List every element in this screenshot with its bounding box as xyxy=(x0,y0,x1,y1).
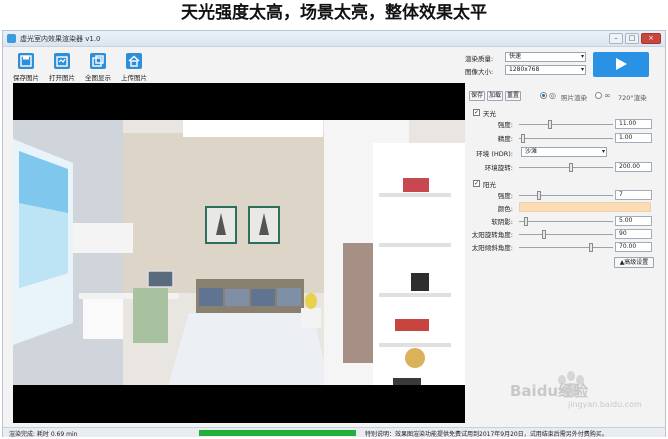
title-bar: 虚光室内效果渲染器 v1.0 – □ × xyxy=(3,31,665,47)
rendered-bedroom-image xyxy=(13,83,465,423)
maximize-button[interactable]: □ xyxy=(625,33,639,44)
env-rotation-slider[interactable] xyxy=(568,163,573,172)
sky-strength-slider[interactable] xyxy=(547,120,552,129)
soft-shadow-track xyxy=(519,221,613,222)
toolbar: 保存图片 打开图片 全图显示 上传图片 xyxy=(9,51,159,85)
soft-shadow-label: 软阴影: xyxy=(491,218,513,226)
pano-render-radio[interactable] xyxy=(595,92,602,99)
render-play-button[interactable] xyxy=(593,52,649,77)
open-image-label: 打开图片 xyxy=(49,74,75,82)
play-icon xyxy=(616,58,627,70)
sun-rotate-track xyxy=(519,234,613,235)
env-hdr-select[interactable]: 沙滩 ▾ xyxy=(521,147,607,157)
chevron-down-icon: ▾ xyxy=(580,53,584,60)
sky-precision-label: 精度: xyxy=(497,135,513,143)
baidu-watermark: Baidu经验 jingyan.baidu.com xyxy=(510,364,660,414)
chevron-down-icon: ▾ xyxy=(601,148,605,155)
photo-render-radio[interactable] xyxy=(540,92,547,99)
window-title: 虚光室内效果渲染器 v1.0 xyxy=(20,35,101,43)
skylight-checkbox[interactable]: ✓ xyxy=(473,109,480,116)
sun-tilt-track xyxy=(519,247,613,248)
soft-shadow-slider[interactable] xyxy=(523,217,528,226)
trial-notice-text: 特别说明：效果图渲染功能提供免费试用到2017年9月20日，试用结束后需另外付费… xyxy=(365,431,608,438)
headline: 天光强度太高，场景太亮，整体效果太平 xyxy=(181,3,487,23)
save-settings-button[interactable]: 保存 xyxy=(469,91,485,101)
camera-icon: ◎ xyxy=(549,91,556,100)
advanced-settings-button[interactable]: ▲高级设置 xyxy=(614,257,654,268)
sun-rotate-slider[interactable] xyxy=(541,230,546,239)
sunlight-checkbox[interactable]: ✓ xyxy=(473,180,480,187)
sky-strength-input[interactable]: 11.00 xyxy=(615,119,652,129)
env-hdr-label: 环境 (HDR): xyxy=(476,150,513,158)
render-status-text: 渲染完成: 耗时 0.69 min xyxy=(9,431,78,438)
sky-precision-track xyxy=(519,138,613,139)
skylight-label: 天光 xyxy=(483,110,496,118)
render-progress-bar xyxy=(199,430,356,436)
app-icon xyxy=(7,34,16,43)
sun-color-label: 颜色: xyxy=(497,205,513,213)
status-bar: 渲染完成: 耗时 0.69 min 特别说明：效果图渲染功能提供免费试用到201… xyxy=(3,427,665,438)
pano-render-label: 720°渲染 xyxy=(618,94,647,102)
env-rotation-label: 环境旋转: xyxy=(484,164,513,172)
home-upload-icon xyxy=(126,53,142,69)
render-viewport[interactable] xyxy=(13,83,465,423)
vr-glasses-icon: ∞ xyxy=(604,91,611,100)
sun-rotate-label: 太阳旋转角度: xyxy=(471,231,513,239)
save-image-label: 保存图片 xyxy=(13,74,39,82)
upload-image-label: 上传图片 xyxy=(121,74,147,82)
env-rotation-track xyxy=(519,167,613,168)
sky-precision-input[interactable]: 1.00 xyxy=(615,133,652,143)
sun-tilt-input[interactable]: 70.00 xyxy=(615,242,652,252)
watermark-text: Baidu经验 xyxy=(510,382,589,400)
fullscreen-button[interactable]: 全图显示 xyxy=(81,51,115,85)
sunlight-label: 阳光 xyxy=(483,181,496,189)
soft-shadow-input[interactable]: 5.00 xyxy=(615,216,652,226)
close-button[interactable]: × xyxy=(641,33,661,44)
watermark-sub: jingyan.baidu.com xyxy=(568,400,642,409)
quality-label: 渲染质量: xyxy=(465,55,494,63)
sun-tilt-slider[interactable] xyxy=(589,243,594,252)
reset-settings-button[interactable]: 重置 xyxy=(505,91,521,101)
sun-tilt-label: 太阳倾斜角度: xyxy=(471,244,513,252)
sun-strength-track xyxy=(519,195,613,196)
save-image-button[interactable]: 保存图片 xyxy=(9,51,43,85)
photo-render-label: 照片渲染 xyxy=(561,94,587,102)
fullscreen-icon xyxy=(90,53,106,69)
sun-strength-label: 强度: xyxy=(497,192,513,200)
sky-precision-slider[interactable] xyxy=(520,134,525,143)
quality-select[interactable]: 快速 ▾ xyxy=(505,52,586,62)
sky-strength-label: 强度: xyxy=(497,121,513,129)
render-settings: 渲染质量: 快速 ▾ 图像大小: 1280x768 ▾ xyxy=(465,52,590,78)
sun-color-swatch[interactable] xyxy=(519,202,651,212)
minimize-button[interactable]: – xyxy=(609,33,623,44)
fullscreen-label: 全图显示 xyxy=(85,74,111,82)
open-icon xyxy=(54,53,70,69)
upload-image-button[interactable]: 上传图片 xyxy=(117,51,151,85)
chevron-down-icon: ▾ xyxy=(580,66,584,73)
sun-rotate-input[interactable]: 90 xyxy=(615,229,652,239)
open-image-button[interactable]: 打开图片 xyxy=(45,51,79,85)
render-progress-fill xyxy=(199,430,356,436)
sun-strength-slider[interactable] xyxy=(537,191,541,200)
save-icon xyxy=(18,53,34,69)
env-rotation-input[interactable]: 200.00 xyxy=(615,162,652,172)
size-label: 图像大小: xyxy=(465,68,494,76)
size-select[interactable]: 1280x768 ▾ xyxy=(505,65,586,75)
sky-strength-track xyxy=(519,124,613,125)
sun-strength-input[interactable]: 7 xyxy=(615,190,652,200)
load-settings-button[interactable]: 加载 xyxy=(487,91,503,101)
